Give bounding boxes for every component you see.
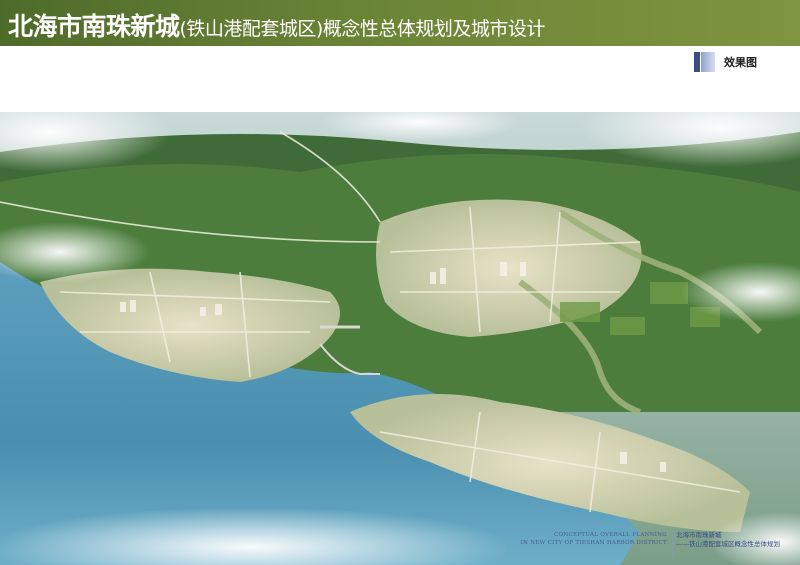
aerial-rendering-svg: [0, 112, 800, 565]
tag-label: 效果图: [724, 56, 757, 69]
caption-chinese-line1: 北海市南珠新城: [676, 531, 722, 539]
caption-english: CONCEPTUAL OVERALL PLANNING IN NEW CITY …: [477, 531, 667, 559]
page-title-sub: (铁山港配套城区)概念性总体规划及城市设计: [179, 18, 546, 40]
caption-divider: [672, 533, 673, 555]
caption-chinese: 北海市南珠新城 ——铁山港配套城区概念性总体规划: [676, 531, 796, 559]
aerial-rendering-image: [0, 112, 800, 565]
caption-english-line2: IN NEW CITY OF TIESHAN HARBOR DISTRICT: [520, 540, 667, 546]
page-title: 北海市南珠新城(铁山港配套城区)概念性总体规划及城市设计: [8, 7, 545, 43]
caption-english-line1: CONCEPTUAL OVERALL PLANNING: [554, 532, 667, 538]
tag-accent-dark: [694, 52, 700, 72]
section-tag: 效果图: [694, 52, 794, 72]
page-title-main: 北海市南珠新城: [8, 12, 180, 41]
header-bar: 北海市南珠新城(铁山港配套城区)概念性总体规划及城市设计: [0, 0, 800, 46]
tag-accent-light: [701, 52, 715, 72]
caption-chinese-line2: ——铁山港配套城区概念性总体规划: [676, 540, 780, 548]
